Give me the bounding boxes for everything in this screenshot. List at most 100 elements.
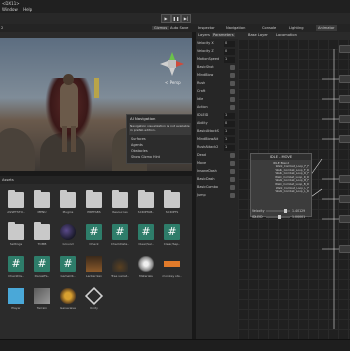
parameter-row[interactable]: Idle xyxy=(197,97,237,104)
parameter-row[interactable]: MotionSpeed 1 xyxy=(197,57,237,64)
velocity-value[interactable]: 1.40129 xyxy=(292,209,305,213)
parameter-value[interactable]: 0 xyxy=(224,121,235,127)
parameter-row[interactable]: RushAttack2 1 xyxy=(197,145,237,152)
asset-tile[interactable]: Lanternlan xyxy=(82,254,106,284)
parameter-row[interactable]: MindBlow xyxy=(197,73,237,80)
asset-tile[interactable]: Resources xyxy=(108,190,132,220)
parameter-checkbox[interactable] xyxy=(230,89,235,94)
project-path[interactable]: Assets xyxy=(2,178,14,182)
asset-tile[interactable]: Tree variat.. xyxy=(108,254,132,284)
asset-tile[interactable]: Genevieve xyxy=(56,286,80,316)
state-node[interactable] xyxy=(339,215,350,223)
parameter-checkbox[interactable] xyxy=(230,73,235,78)
parameter-row[interactable]: Dead xyxy=(197,153,237,160)
parameter-row[interactable]: IDLEID 1 xyxy=(197,113,237,120)
gizmos-button[interactable]: Gizmos xyxy=(152,26,170,30)
animator-graph[interactable]: IDLE - MOVE IDLE Blend Walk_Combat_Loop_… xyxy=(238,39,350,339)
asset-tile[interactable]: monkey sta.. xyxy=(160,254,184,284)
parameter-row[interactable]: Jump xyxy=(197,193,237,200)
parameter-row[interactable]: InsaneDash xyxy=(197,169,237,176)
asset-tile[interactable]: SCRIPTAB.. xyxy=(134,190,158,220)
parameter-checkbox[interactable] xyxy=(230,97,235,102)
tab-animator[interactable]: Animator xyxy=(316,25,337,31)
tab-lighting[interactable]: Lighting xyxy=(289,26,304,30)
state-node[interactable] xyxy=(339,95,350,103)
pause-button[interactable]: ❚❚ xyxy=(171,14,181,23)
parameter-checkbox[interactable] xyxy=(230,193,235,198)
ai-nav-item-agents[interactable]: Agents xyxy=(131,143,143,147)
play-button[interactable]: ▶ xyxy=(161,14,171,23)
asset-tile[interactable]: Player xyxy=(4,286,28,316)
asset-tile[interactable]: # CheckDeta.. xyxy=(108,222,132,252)
parameter-value[interactable]: 1 xyxy=(224,137,235,143)
asset-tile[interactable]: Ground xyxy=(56,222,80,252)
parameter-value[interactable]: 1 xyxy=(224,57,235,63)
parameter-row[interactable]: BasicShot xyxy=(197,65,237,72)
state-node[interactable] xyxy=(339,115,350,123)
asset-tile[interactable]: Terrain xyxy=(30,286,54,316)
parameter-row[interactable]: Craft xyxy=(197,89,237,96)
parameter-row[interactable]: BasicCombo xyxy=(197,185,237,192)
scene-view[interactable]: < Persp AI Navigation Navigation visuali… xyxy=(0,38,192,171)
asset-tile[interactable]: PREFABS xyxy=(82,190,106,220)
state-node[interactable] xyxy=(339,75,350,83)
asset-tile[interactable]: Plugins xyxy=(56,190,80,220)
parameter-checkbox[interactable] xyxy=(230,153,235,158)
orientation-gizmo[interactable] xyxy=(158,50,186,78)
step-button[interactable]: ▶| xyxy=(181,14,191,23)
state-node[interactable] xyxy=(339,175,350,183)
asset-tile[interactable]: # GameOb.. xyxy=(56,254,80,284)
state-node[interactable] xyxy=(339,135,350,143)
parameter-value[interactable]: 0 xyxy=(224,49,235,55)
parameter-checkbox[interactable] xyxy=(230,169,235,174)
tab-parameters[interactable]: Parameters xyxy=(212,33,235,37)
persp-label[interactable]: < Persp xyxy=(165,80,181,85)
ai-nav-item-obstacles[interactable]: Obstacles xyxy=(131,149,148,153)
parameter-value[interactable]: 1 xyxy=(224,145,235,151)
state-node[interactable] xyxy=(339,195,350,203)
breadcrumb-locomotion[interactable]: Locomotion xyxy=(276,33,297,37)
ai-nav-item-show-gizmo[interactable]: Show Gizmo Hint xyxy=(131,155,160,159)
parameter-row[interactable]: Action xyxy=(197,105,237,112)
parameter-checkbox[interactable] xyxy=(230,185,235,190)
asset-tile[interactable]: # Clear/Sep.. xyxy=(160,222,184,252)
blend-tree-node[interactable]: IDLE - MOVE IDLE Blend Walk_Combat_Loop_… xyxy=(250,153,312,217)
auto-save-toggle[interactable]: Auto Save xyxy=(170,26,188,30)
menu-help[interactable]: Help xyxy=(23,7,32,12)
parameter-row[interactable]: Rush xyxy=(197,81,237,88)
parameter-row[interactable]: Velocity X 0 xyxy=(197,41,237,48)
tab-inspector[interactable]: Inspector xyxy=(198,26,215,30)
parameter-value[interactable]: 1 xyxy=(224,113,235,119)
parameter-checkbox[interactable] xyxy=(230,105,235,110)
asset-tile[interactable]: SCRIPTS xyxy=(160,190,184,220)
state-node[interactable] xyxy=(339,245,350,253)
asset-tile[interactable]: Settings xyxy=(4,222,28,252)
scene-tab-label[interactable]: 2 xyxy=(1,26,3,30)
asset-tile[interactable]: # Clear/Sel.. xyxy=(134,222,158,252)
parameter-checkbox[interactable] xyxy=(230,81,235,86)
parameter-checkbox[interactable] xyxy=(230,161,235,166)
parameter-checkbox[interactable] xyxy=(230,65,235,70)
asset-tile[interactable]: # DanielFa.. xyxy=(30,254,54,284)
velocity-slider-handle[interactable] xyxy=(284,209,287,213)
ai-nav-item-surfaces[interactable]: Surfaces xyxy=(131,137,146,141)
asset-tile[interactable]: TOMB xyxy=(30,222,54,252)
parameter-row[interactable]: Move xyxy=(197,161,237,168)
parameter-value[interactable]: 1 xyxy=(224,129,235,135)
asset-tile[interactable]: Materials xyxy=(134,254,158,284)
menu-window[interactable]: Window xyxy=(2,7,18,12)
asset-tile[interactable]: MENU xyxy=(30,190,54,220)
idleid-value[interactable]: 1.00001 xyxy=(292,215,305,219)
tab-console[interactable]: Console xyxy=(262,26,276,30)
tab-navigation[interactable]: Navigation xyxy=(226,26,245,30)
parameter-row[interactable]: BasicDash xyxy=(197,177,237,184)
parameter-row[interactable]: Velocity Z 0 xyxy=(197,49,237,56)
parameter-row[interactable]: MindBlowAtt 1 xyxy=(197,137,237,144)
parameter-checkbox[interactable] xyxy=(230,177,235,182)
asset-tile[interactable]: Unity xyxy=(82,286,106,316)
tab-layers[interactable]: Layers xyxy=(198,33,210,37)
breadcrumb-base-layer[interactable]: Base Layer xyxy=(248,33,268,37)
idleid-slider-handle[interactable] xyxy=(278,215,281,219)
state-node[interactable] xyxy=(339,45,350,53)
parameter-row[interactable]: Ability 0 xyxy=(197,121,237,128)
